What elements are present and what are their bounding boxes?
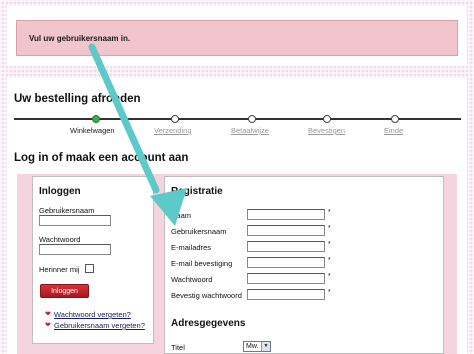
arrow-shaft [88,43,160,194]
annotation-arrow [88,43,187,226]
arrow-head [150,188,187,226]
